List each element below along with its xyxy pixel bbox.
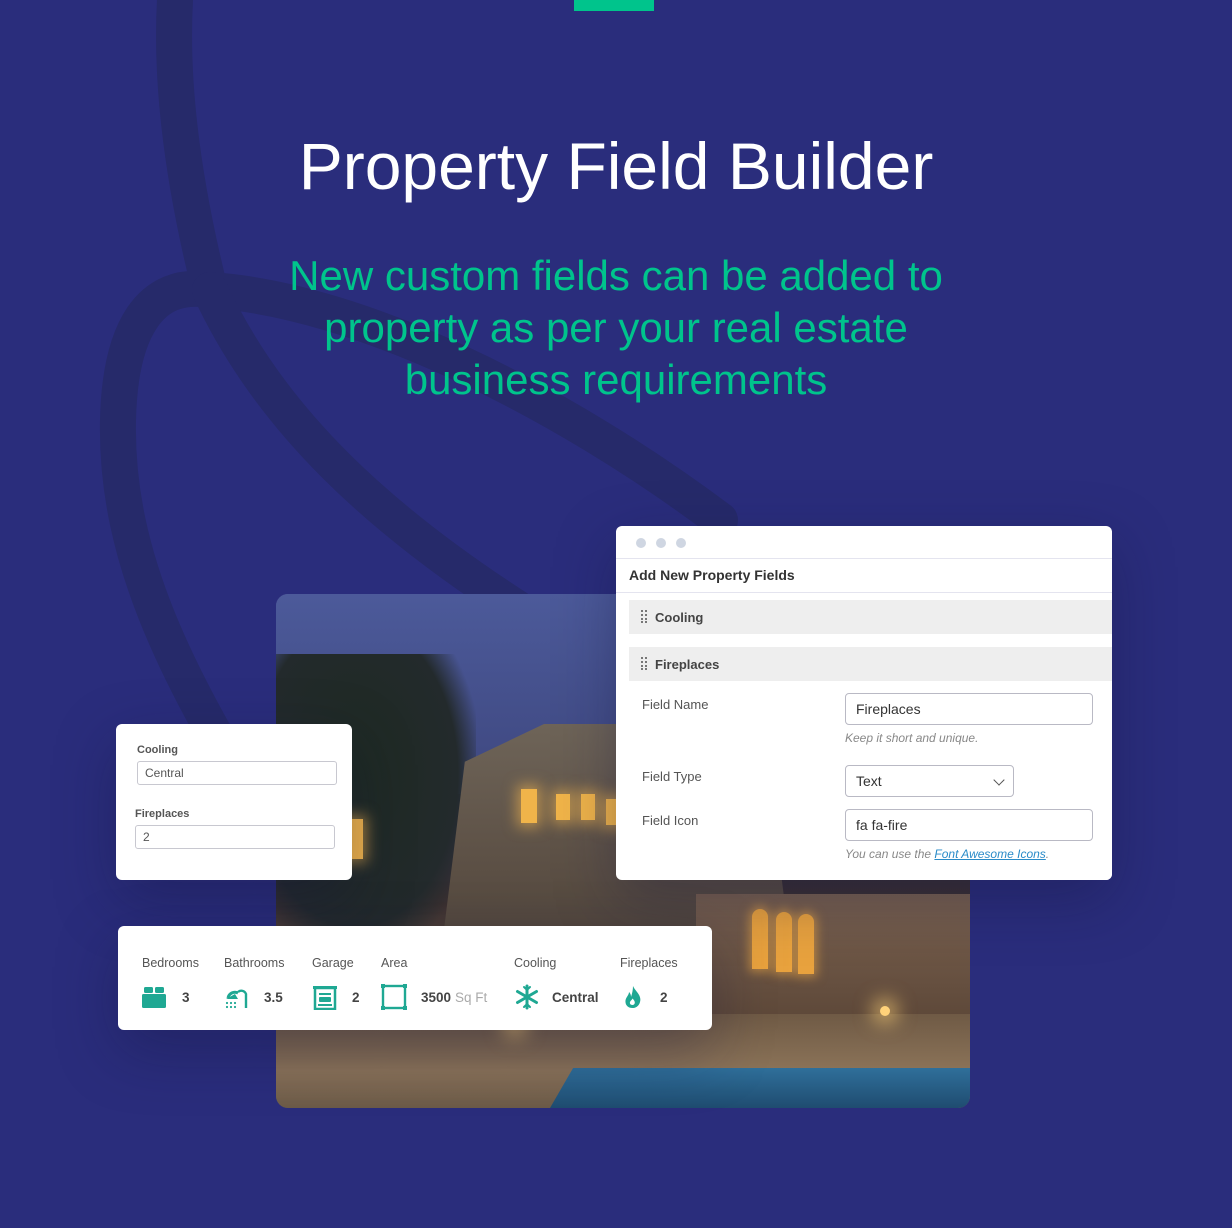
feature-value: 3500 Sq Ft <box>421 990 487 1005</box>
feature-value: 2 <box>660 989 668 1005</box>
divider <box>616 592 1112 593</box>
field-type-label: Field Type <box>642 769 702 784</box>
page-title: Property Field Builder <box>298 129 934 203</box>
field-name-value: Fireplaces <box>856 701 921 717</box>
field-row-label: Fireplaces <box>655 656 720 672</box>
photo-window <box>556 794 570 820</box>
feature-value: 3.5 <box>264 989 283 1005</box>
feature-value: 2 <box>352 989 360 1005</box>
cooling-value: Central <box>145 766 184 780</box>
cooling-input[interactable]: Central <box>137 761 337 785</box>
field-icon-hint: You can use the Font Awesome Icons. <box>845 847 1049 861</box>
fireplaces-value: 2 <box>143 830 150 844</box>
feature-label: Garage <box>312 956 354 970</box>
feature-value: Central <box>552 989 599 1005</box>
feature-label: Fireplaces <box>620 956 678 970</box>
drag-handle-icon[interactable] <box>641 657 647 671</box>
field-name-label: Field Name <box>642 697 709 712</box>
window-dot[interactable] <box>656 538 666 548</box>
field-icon-value: fa fa-fire <box>856 817 908 833</box>
fireplaces-input[interactable]: 2 <box>135 825 335 849</box>
fireplaces-label: Fireplaces <box>135 808 190 820</box>
feature-label: Area <box>381 956 408 970</box>
snowflake-icon <box>516 984 538 1010</box>
property-fields-form-preview: Cooling Central Fireplaces 2 <box>116 724 352 880</box>
cooling-label: Cooling <box>137 744 178 756</box>
photo-pool <box>550 1068 970 1108</box>
font-awesome-icons-link[interactable]: Font Awesome Icons <box>934 847 1045 861</box>
photo-arch-window <box>798 914 814 974</box>
hint-text: . <box>1045 847 1050 861</box>
chevron-down-icon <box>993 774 1005 786</box>
feature-label: Bedrooms <box>142 956 199 970</box>
field-type-select[interactable]: Text <box>845 765 1014 797</box>
drag-handle-icon[interactable] <box>641 610 647 624</box>
shower-icon <box>225 989 248 1009</box>
add-property-fields-panel: Add New Property Fields Cooling Fireplac… <box>616 526 1112 880</box>
field-name-hint: Keep it short and unique. <box>845 731 979 745</box>
field-name-input[interactable]: Fireplaces <box>845 693 1093 725</box>
feature-label: Bathrooms <box>224 956 285 970</box>
bed-icon <box>142 987 166 1008</box>
window-dot[interactable] <box>636 538 646 548</box>
photo-lamp <box>880 1006 890 1016</box>
field-editor: Field Name Fireplaces Keep it short and … <box>629 681 1112 880</box>
hint-text: You can use the <box>845 847 935 861</box>
feature-value: 3 <box>182 989 190 1005</box>
field-row-cooling[interactable]: Cooling <box>629 600 1112 634</box>
property-features-bar: Bedrooms 3 Bathrooms 3.5 Garage 2 Area 3… <box>118 926 712 1030</box>
photo-arch-window <box>752 909 768 969</box>
area-icon <box>381 984 407 1010</box>
page-subtitle: New custom fields can be added to proper… <box>289 252 943 403</box>
window-controls <box>636 538 686 548</box>
window-dot[interactable] <box>676 538 686 548</box>
photo-arch-window <box>776 912 792 972</box>
feature-label: Cooling <box>514 956 557 970</box>
field-icon-input[interactable]: fa fa-fire <box>845 809 1093 841</box>
divider <box>616 558 1112 559</box>
area-value: 3500 <box>421 989 452 1005</box>
field-row-fireplaces[interactable]: Fireplaces <box>629 647 1112 681</box>
area-unit: Sq Ft <box>455 989 488 1005</box>
fire-icon <box>625 986 641 1008</box>
photo-house-wing <box>696 894 970 1034</box>
field-row-label: Cooling <box>655 609 704 625</box>
photo-window <box>581 794 595 820</box>
top-accent-bar <box>574 0 654 11</box>
field-icon-label: Field Icon <box>642 813 699 828</box>
photo-window <box>521 789 537 823</box>
garage-icon <box>313 986 337 1010</box>
panel-title: Add New Property Fields <box>629 567 795 583</box>
field-type-value: Text <box>856 773 882 789</box>
